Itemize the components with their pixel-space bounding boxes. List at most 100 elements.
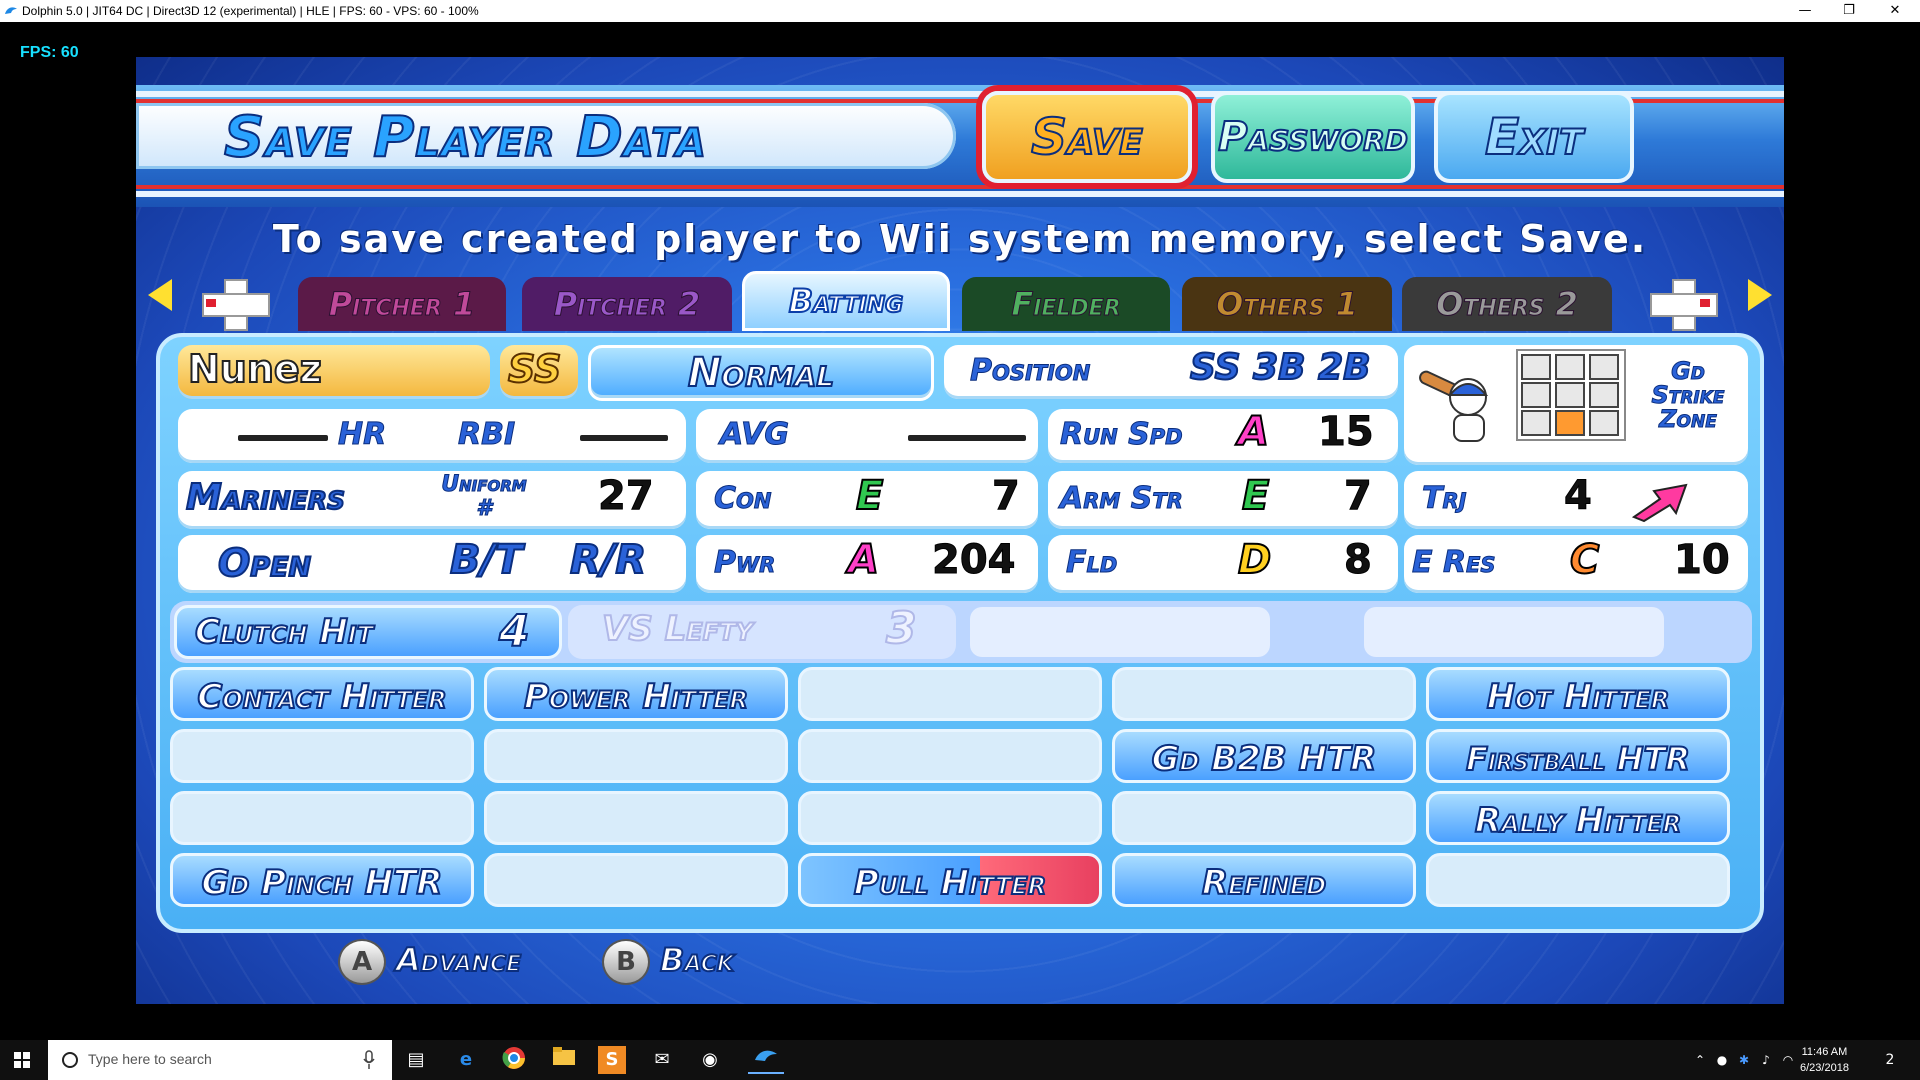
notification-center-icon[interactable]: 2 — [1876, 1046, 1904, 1074]
ability-slot-empty[interactable] — [484, 729, 788, 783]
strike-zone-label: Gd Strike Zone — [1651, 357, 1725, 433]
special-slot-empty[interactable] — [970, 607, 1270, 657]
ability-power-hitter[interactable]: Power Hitter — [484, 667, 788, 721]
ability-slot-empty[interactable] — [170, 791, 474, 845]
tab-batting[interactable]: Batting — [742, 271, 950, 331]
ability-contact-hitter[interactable]: Contact Hitter — [170, 667, 474, 721]
fps-counter: FPS: 60 — [20, 44, 79, 61]
player-name-box: Nunez — [178, 345, 490, 399]
player-panel: Nunez SS Normal Position SS 3B 2B Gd Str… — [156, 333, 1764, 933]
steam-icon[interactable]: ◉ — [696, 1046, 724, 1074]
tab-others-2[interactable]: Others 2 — [1402, 277, 1612, 331]
b-button-icon: B — [602, 939, 650, 985]
team-uniform-field: Mariners Uniform # 27 — [178, 471, 686, 529]
game-screen[interactable]: Save Player Data Save Password Exit To s… — [136, 57, 1784, 1004]
mode-badge: Normal — [588, 345, 934, 401]
positions-value: SS 3B 2B — [1189, 346, 1372, 389]
file-explorer-icon[interactable] — [550, 1046, 578, 1074]
fld-field: Fld D 8 — [1048, 535, 1398, 593]
taskbar-search-box[interactable]: Type here to search — [48, 1040, 392, 1080]
ability-hot-hitter[interactable]: Hot Hitter — [1426, 667, 1730, 721]
ability-slot-empty[interactable] — [1112, 791, 1416, 845]
ability-gd-b2b-htr[interactable]: Gd B2B HTR — [1112, 729, 1416, 783]
clutch-hit-slot[interactable]: Clutch Hit 4 — [174, 605, 562, 659]
advance-hint: Advance — [395, 940, 522, 980]
arrow-right-icon[interactable] — [1748, 279, 1772, 311]
fld-label: Fld — [1065, 545, 1118, 581]
hr-rbi-field: HR RBI — [178, 409, 686, 463]
save-button[interactable]: Save — [982, 91, 1192, 183]
con-grade: E — [855, 472, 884, 520]
arrow-left-icon[interactable] — [148, 279, 172, 311]
microphone-icon[interactable] — [362, 1050, 376, 1070]
run-spd-value: 15 — [1318, 409, 1375, 456]
run-spd-grade: A — [1237, 408, 1270, 456]
rbi-value-empty — [580, 435, 668, 441]
team-name: Mariners — [185, 476, 346, 519]
avg-label: AVG — [719, 417, 790, 453]
edge-browser-icon[interactable]: e — [452, 1046, 480, 1074]
pwr-grade: A — [847, 536, 880, 584]
ability-slot-empty[interactable] — [170, 729, 474, 783]
run-spd-field: Run Spd A 15 — [1048, 408, 1398, 463]
window-title: Dolphin 5.0 | JIT64 DC | Direct3D 12 (ex… — [22, 4, 479, 18]
system-clock[interactable]: 11:46 AM 6/23/2018 — [1800, 1044, 1849, 1076]
ability-slot-empty[interactable] — [1112, 667, 1416, 721]
ability-slot-empty[interactable] — [798, 667, 1102, 721]
e-res-value: 10 — [1674, 537, 1731, 584]
mail-icon[interactable]: ✉ — [648, 1046, 676, 1074]
ability-firstball-htr[interactable]: Firstball HTR — [1426, 729, 1730, 783]
avg-field: AVG — [696, 409, 1038, 463]
ability-slot-empty[interactable] — [798, 729, 1102, 783]
ability-pull-hitter[interactable]: Pull Hitter — [798, 853, 1102, 907]
uniform-number: 27 — [598, 473, 655, 520]
position-field: Position SS 3B 2B — [944, 345, 1398, 399]
tab-fielder[interactable]: Fielder — [962, 277, 1170, 331]
notification-count: 2 — [1885, 1052, 1895, 1068]
sublime-text-icon[interactable]: S — [598, 1046, 626, 1074]
tab-pitcher-2[interactable]: Pitcher 2 — [522, 277, 732, 331]
con-label: Con — [713, 481, 772, 517]
ability-rally-hitter[interactable]: Rally Hitter — [1426, 791, 1730, 845]
dpad-right-icon — [1650, 279, 1718, 331]
arm-str-value: 7 — [1344, 473, 1373, 520]
e-res-grade: C — [1569, 536, 1600, 584]
search-placeholder: Type here to search — [88, 1051, 212, 1067]
a-button-icon: A — [338, 939, 386, 985]
close-button[interactable]: ✕ — [1872, 0, 1918, 22]
special-slot-empty[interactable] — [1364, 607, 1664, 657]
maximize-button[interactable]: ❐ — [1826, 0, 1872, 22]
windows-start-icon[interactable] — [14, 1052, 30, 1068]
tab-others-1[interactable]: Others 1 — [1182, 277, 1392, 331]
con-value: 7 — [992, 473, 1021, 520]
e-res-label: E Res — [1412, 545, 1497, 581]
exit-button[interactable]: Exit — [1434, 91, 1634, 183]
ability-slot-empty[interactable] — [484, 791, 788, 845]
dolphin-taskbar-icon[interactable] — [748, 1046, 784, 1074]
chrome-browser-icon[interactable] — [500, 1046, 528, 1074]
minimize-button[interactable]: — — [1782, 0, 1828, 22]
run-spd-label: Run Spd — [1060, 417, 1184, 453]
ability-refined[interactable]: Refined — [1112, 853, 1416, 907]
password-button[interactable]: Password — [1211, 91, 1415, 183]
strike-zone-box: Gd Strike Zone — [1404, 345, 1748, 465]
vs-lefty-slot[interactable]: VS Lefty 3 — [568, 602, 956, 659]
task-view-icon[interactable]: ▤ — [402, 1046, 430, 1074]
avg-value-empty — [908, 435, 1026, 441]
fld-grade: D — [1237, 536, 1272, 584]
clock-time: 11:46 AM — [1801, 1046, 1848, 1058]
ability-slot-empty[interactable] — [1426, 853, 1730, 907]
instruction-text: To save created player to Wii system mem… — [272, 217, 1648, 261]
hr-value-empty — [238, 435, 328, 441]
network-icon[interactable]: ◠ — [1774, 1046, 1802, 1074]
ability-gd-pinch-htr[interactable]: Gd Pinch HTR — [170, 853, 474, 907]
ability-slot-empty[interactable] — [798, 791, 1102, 845]
windows-taskbar: Type here to search ▤ e S ✉ ◉ ⌃ ● ✱ ♪ ◠ … — [0, 1040, 1920, 1080]
ability-slot-empty[interactable] — [484, 853, 788, 907]
pwr-value: 204 — [932, 537, 1016, 584]
trj-field: Trj 4 — [1404, 471, 1748, 529]
arm-str-field: Arm Str E 7 — [1048, 471, 1398, 529]
position-badge: SS — [500, 345, 578, 399]
rbi-label: RBI — [457, 417, 516, 453]
tab-pitcher-1[interactable]: Pitcher 1 — [298, 277, 506, 331]
